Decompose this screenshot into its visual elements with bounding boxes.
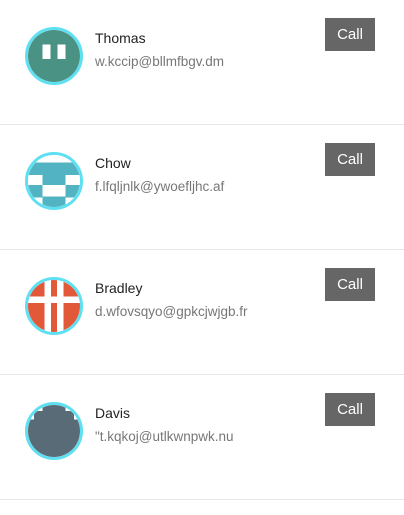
- contact-row: Bradley d.wfovsqyo@gpkcjwjgb.fr Call: [0, 250, 404, 375]
- contact-row: Davis "t.kqkoj@utlkwnpwk.nu Call: [0, 375, 404, 500]
- avatar: [25, 277, 83, 335]
- call-button[interactable]: Call: [325, 18, 375, 51]
- contact-name: Chow: [95, 155, 131, 171]
- call-button[interactable]: Call: [325, 393, 375, 426]
- contact-email: w.kccip@bllmfbgv.dm: [95, 54, 224, 69]
- identicon-avatar-icon: [28, 155, 80, 207]
- contact-name: Bradley: [95, 280, 143, 296]
- identicon-avatar-icon: [28, 405, 80, 457]
- call-button[interactable]: Call: [325, 143, 375, 176]
- contact-row: Thomas w.kccip@bllmfbgv.dm Call: [0, 0, 404, 125]
- avatar: [25, 402, 83, 460]
- contact-row: Chow f.lfqljnlk@ywoefljhc.af Call: [0, 125, 404, 250]
- contact-name: Davis: [95, 405, 131, 421]
- contact-name: Thomas: [95, 30, 146, 46]
- identicon-avatar-icon: [28, 280, 80, 332]
- contact-email: "t.kqkoj@utlkwnpwk.nu: [95, 429, 234, 444]
- contact-email: d.wfovsqyo@gpkcjwjgb.fr: [95, 304, 248, 319]
- avatar: [25, 152, 83, 210]
- contact-email: f.lfqljnlk@ywoefljhc.af: [95, 179, 225, 194]
- contact-list: Thomas w.kccip@bllmfbgv.dm Call Chow f.l…: [0, 0, 404, 500]
- call-button[interactable]: Call: [325, 268, 375, 301]
- identicon-avatar-icon: [28, 30, 80, 82]
- avatar: [25, 27, 83, 85]
